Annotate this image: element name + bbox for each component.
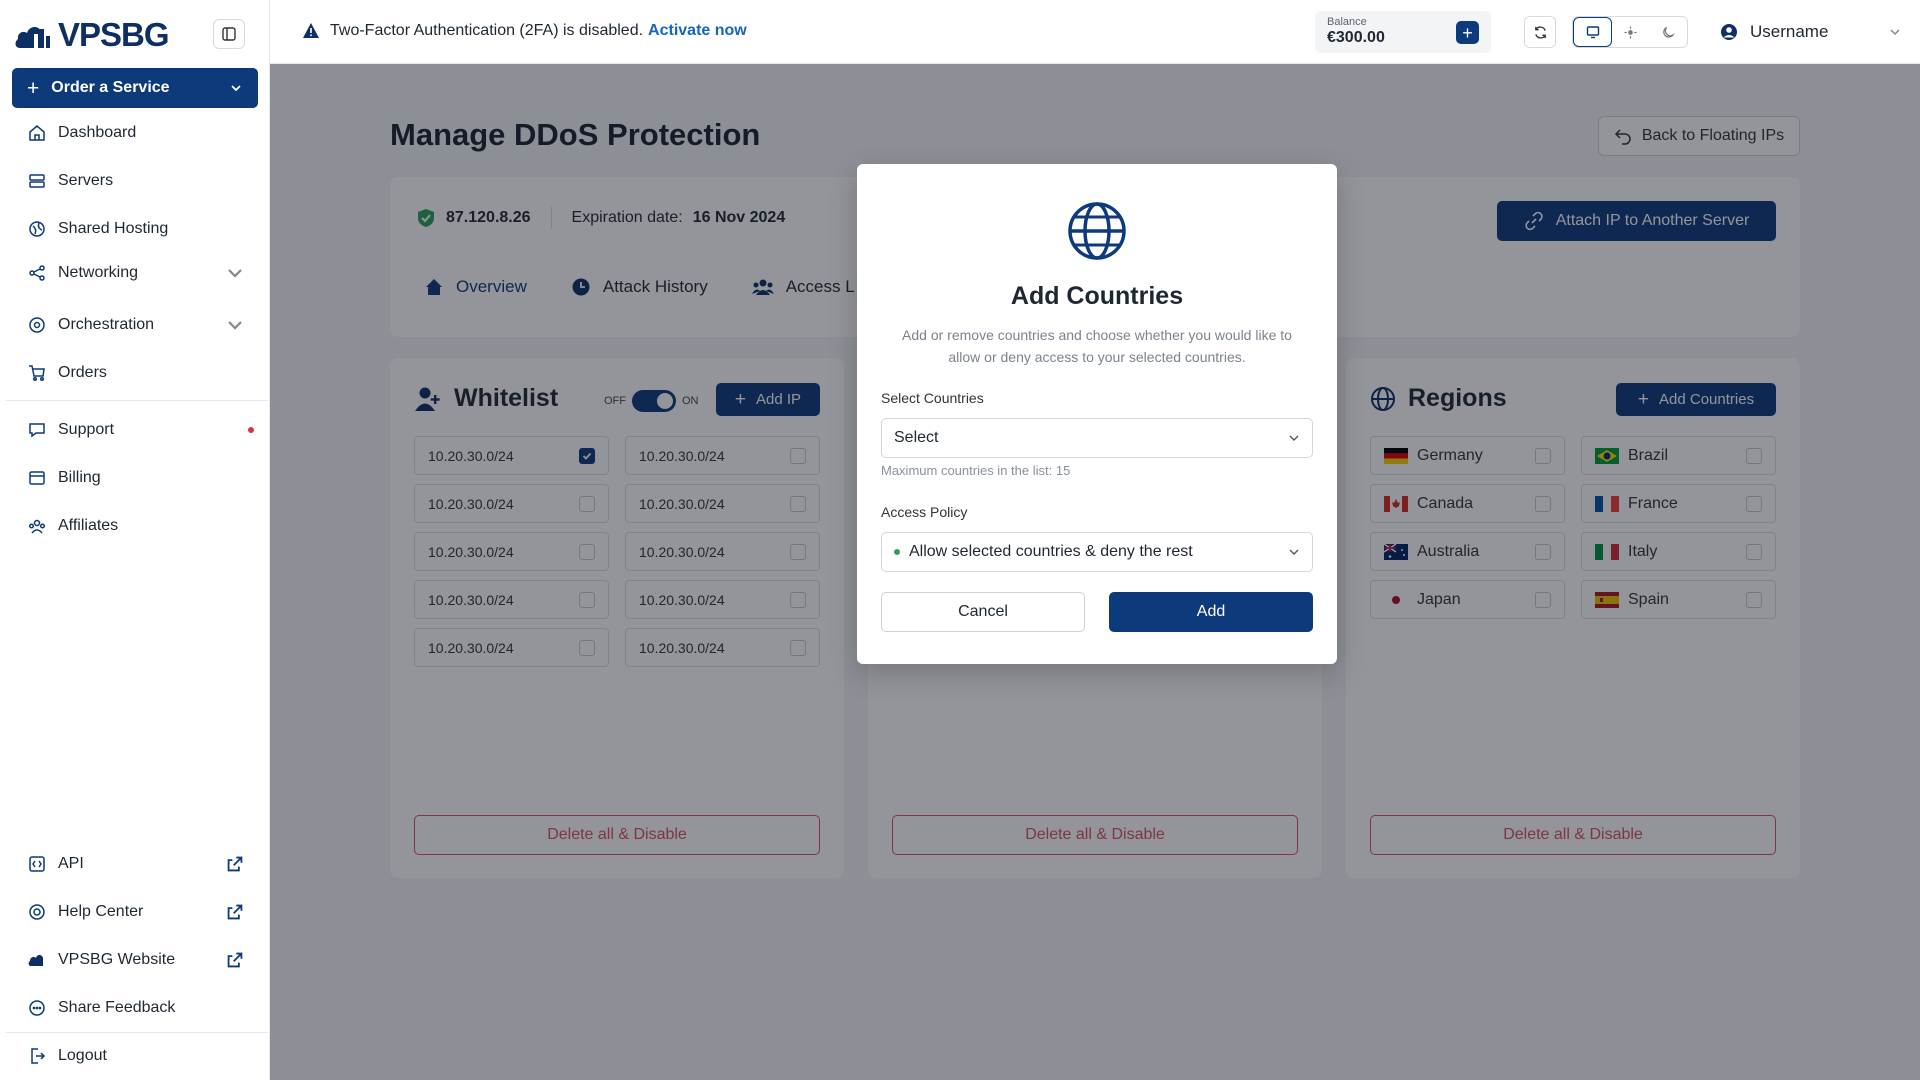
sidebar-item-affiliates[interactable]: Affiliates (28, 512, 256, 540)
max-countries-hint: Maximum countries in the list: 15 (881, 463, 1071, 478)
sidebar-item-help-center[interactable]: Help Center (28, 898, 256, 926)
support-icon (29, 423, 45, 438)
sidebar-item-label: Share Feedback (58, 999, 176, 1016)
sidebar-divider (6, 1032, 268, 1033)
sidebar-item-servers[interactable]: Servers (28, 167, 256, 195)
sidebar-item-label: Affiliates (58, 517, 119, 534)
theme-switcher (1572, 16, 1688, 48)
user-menu[interactable]: Username (1720, 22, 1902, 42)
chevron-down-icon (1890, 29, 1900, 36)
modal-title: Add Countries (1010, 282, 1184, 310)
sidebar-item-label: Orders (58, 364, 107, 381)
modal-description: Add or remove countries and choose wheth… (902, 327, 1292, 365)
2fa-alert: Two-Factor Authentication (2FA) is disab… (302, 22, 747, 40)
balance-widget: Balance €300.00 + (1315, 11, 1491, 53)
chevron-down-icon (228, 321, 242, 330)
cart-icon (29, 365, 45, 382)
feedback-icon (29, 1000, 45, 1016)
order-service-button[interactable]: + Order a Service (12, 68, 258, 108)
orchestration-icon (29, 317, 45, 333)
sidebar-item-label: VPSBG Website (58, 951, 176, 968)
chevron-down-icon (1289, 549, 1299, 555)
sidebar-item-label: Dashboard (58, 124, 137, 141)
access-policy-dropdown[interactable]: Allow selected countries & deny the rest (881, 532, 1313, 572)
sidebar-item-label: Networking (58, 264, 139, 281)
api-icon (29, 856, 45, 872)
sidebar-divider (6, 400, 268, 401)
chevron-down-icon (1289, 435, 1299, 441)
vpsbg-icon (28, 955, 43, 966)
chevron-down-icon (231, 85, 241, 92)
affiliates-icon (28, 519, 46, 534)
sun-icon (1624, 25, 1638, 39)
sidebar-item-label: Servers (58, 172, 114, 189)
username: Username (1750, 22, 1829, 41)
sidebar-item-support[interactable]: Support (28, 416, 256, 444)
theme-system-button[interactable] (1573, 17, 1613, 47)
network-icon (29, 265, 45, 281)
sidebar-item-label: Support (58, 421, 115, 438)
add-countries-modal: Add Countries Add or remove countries an… (857, 164, 1337, 664)
help-icon (29, 904, 45, 920)
billing-icon (29, 471, 45, 485)
sidebar-item-label: Help Center (58, 903, 144, 920)
sidebar-item-label: Billing (58, 469, 101, 486)
alert-text: Two-Factor Authentication (2FA) is disab… (330, 22, 644, 39)
external-link-icon (227, 952, 243, 968)
theme-light-button[interactable] (1612, 17, 1649, 47)
refresh-icon (1534, 25, 1546, 39)
sidebar-toggle-icon (222, 27, 236, 41)
sidebar-item-label: Logout (58, 1047, 107, 1064)
external-link-icon (227, 904, 243, 920)
add-funds-button[interactable]: + (1456, 21, 1479, 44)
sidebar-item-label: API (58, 855, 84, 872)
home-icon (29, 125, 45, 141)
monitor-icon (1586, 26, 1599, 39)
cloud-logo-icon (15, 27, 50, 48)
activate-2fa-link[interactable]: Activate now (648, 22, 747, 40)
moon-icon (1663, 26, 1675, 38)
sidebar-item-dashboard[interactable]: Dashboard (28, 119, 256, 147)
sidebar-item-label: Orchestration (58, 316, 155, 333)
notification-dot (248, 427, 254, 433)
sidebar-item-shared-hosting[interactable]: Shared Hosting (28, 215, 256, 243)
sidebar-item-orchestration[interactable]: Orchestration (28, 311, 256, 339)
vpsbg-logo[interactable]: VPSBG (14, 16, 170, 54)
add-button[interactable]: Add (1109, 592, 1313, 632)
sidebar-item-api[interactable]: API (28, 850, 256, 878)
status-dot (894, 549, 900, 555)
top-bar: Two-Factor Authentication (2FA) is disab… (270, 0, 1920, 64)
select-countries-label: Select Countries (881, 390, 984, 406)
chevron-down-icon (228, 269, 242, 278)
select-countries-dropdown[interactable]: Select (881, 418, 1313, 458)
access-policy-value: Allow selected countries & deny the rest (909, 543, 1193, 560)
sidebar-item-logout[interactable]: Logout (28, 1042, 256, 1070)
sidebar-collapse-button[interactable] (213, 19, 245, 49)
sidebar-item-orders[interactable]: Orders (28, 359, 256, 387)
sidebar: VPSBG + Order a Service Dashboard Server… (0, 0, 270, 1080)
user-avatar-icon (1721, 24, 1737, 40)
sidebar-item-vpsbg-website[interactable]: VPSBG Website (28, 946, 256, 974)
logout-icon (31, 1048, 46, 1064)
access-policy-label: Access Policy (881, 504, 968, 520)
brand-name: VPSBG (58, 16, 170, 53)
warning-icon (303, 23, 319, 38)
sidebar-item-share-feedback[interactable]: Share Feedback (28, 994, 256, 1022)
globe-icon (1068, 202, 1126, 260)
theme-dark-button[interactable] (1650, 17, 1687, 47)
sidebar-item-label: Shared Hosting (58, 220, 169, 237)
server-icon (29, 174, 45, 188)
select-countries-value: Select (894, 429, 939, 446)
hosting-icon (29, 221, 45, 237)
sidebar-item-billing[interactable]: Billing (28, 464, 256, 492)
order-service-label: Order a Service (51, 79, 170, 96)
plus-icon: + (27, 76, 40, 100)
external-link-icon (227, 856, 243, 872)
sidebar-item-networking[interactable]: Networking (28, 259, 256, 287)
cancel-button[interactable]: Cancel (881, 592, 1085, 632)
refresh-button[interactable] (1524, 16, 1556, 48)
